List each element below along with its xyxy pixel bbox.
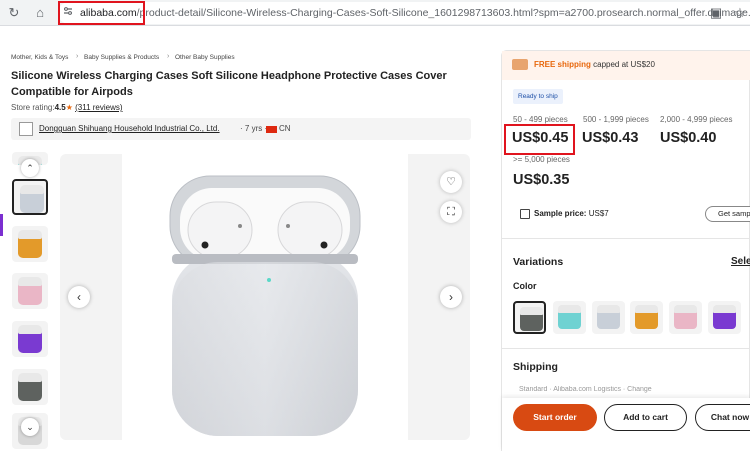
url-path: /product-detail/Silicone-Wireless-Chargi… bbox=[136, 7, 750, 19]
breadcrumb-separator-icon: › bbox=[167, 53, 170, 60]
tier-price: US$0.35 bbox=[513, 172, 570, 188]
breadcrumb-item-baby-supplies[interactable]: Baby Supplies & Products bbox=[84, 54, 159, 61]
case-lid bbox=[597, 305, 620, 313]
truck-icon bbox=[512, 59, 528, 70]
translate-icon[interactable]: ▣ bbox=[708, 5, 724, 21]
case-lid bbox=[18, 373, 42, 382]
color-swatch[interactable] bbox=[669, 301, 702, 334]
favorite-heart-icon[interactable]: ♡ bbox=[440, 171, 462, 193]
free-shipping-label: FREE shipping bbox=[534, 60, 591, 69]
shipping-banner-text: FREE shipping capped at US$20 bbox=[534, 60, 655, 69]
sample-price-value: US$7 bbox=[588, 209, 609, 218]
select-variations-link[interactable]: Select bbox=[731, 256, 750, 267]
sample-price-row: Sample price: US$7 Get samples bbox=[513, 206, 750, 223]
left-edge-marker bbox=[0, 214, 3, 236]
thumbnail-up-arrow-icon[interactable]: ⌃ bbox=[21, 159, 39, 177]
color-swatch[interactable] bbox=[592, 301, 625, 334]
reviews-link[interactable]: (311 reviews) bbox=[75, 103, 122, 112]
star-icon: ★ bbox=[65, 103, 73, 112]
get-samples-button[interactable]: Get samples bbox=[705, 206, 750, 222]
color-swatch[interactable] bbox=[513, 301, 546, 334]
supplier-years: · 7 yrs · bbox=[240, 124, 268, 133]
url-highlight-box bbox=[58, 1, 145, 25]
sample-price-text: Sample price: US$7 bbox=[534, 209, 609, 218]
case-lid bbox=[520, 307, 543, 315]
ready-to-ship-badge: Ready to ship bbox=[513, 89, 563, 104]
airpods-case-image bbox=[169, 175, 361, 436]
thumbnail-down-arrow-icon[interactable]: ⌄ bbox=[21, 418, 39, 436]
chat-now-button[interactable]: Chat now bbox=[695, 404, 750, 431]
tier-price: US$0.43 bbox=[582, 130, 639, 146]
next-image-arrow-icon[interactable]: › bbox=[440, 286, 462, 308]
image-search-icon[interactable]: ⛶ bbox=[440, 201, 462, 223]
case-lid bbox=[713, 305, 736, 313]
case-lid bbox=[635, 305, 658, 313]
supplier-years-value: 7 yrs bbox=[244, 124, 263, 133]
free-shipping-banner: FREE shipping capped at US$20 bbox=[502, 51, 750, 80]
supplier-bar: Dongguan Shihuang Household Industrial C… bbox=[11, 118, 471, 140]
color-swatch[interactable] bbox=[708, 301, 741, 334]
store-rating: Store rating:4.5★ (311 reviews) bbox=[11, 103, 123, 112]
thumbnail-item[interactable] bbox=[12, 321, 48, 357]
case-lid bbox=[18, 325, 42, 334]
product-photo bbox=[122, 154, 408, 440]
breadcrumb-item-other-baby-supplies[interactable]: Other Baby Supplies bbox=[175, 54, 235, 61]
china-flag-icon bbox=[266, 126, 277, 133]
color-swatch[interactable] bbox=[553, 301, 586, 334]
case-lid bbox=[18, 277, 42, 286]
case-lid bbox=[674, 305, 697, 313]
tier-label: 500 - 1,999 pieces bbox=[583, 115, 649, 124]
browser-toolbar: ↻ ⌂ alibaba.com/product-detail/Silicone-… bbox=[0, 0, 750, 26]
divider bbox=[502, 238, 750, 239]
tier-label: >= 5,000 pieces bbox=[513, 155, 570, 164]
product-title: Silicone Wireless Charging Cases Soft Si… bbox=[11, 70, 447, 98]
shipping-cap-label: capped at US$20 bbox=[593, 60, 655, 69]
sample-price-label: Sample price: bbox=[534, 209, 587, 218]
tier-label: 2,000 - 4,999 pieces bbox=[660, 115, 733, 124]
supplier-name-link[interactable]: Dongguan Shihuang Household Industrial C… bbox=[39, 124, 220, 133]
case-lid bbox=[18, 230, 42, 239]
sample-box-icon bbox=[520, 209, 530, 219]
case-lid bbox=[20, 185, 44, 194]
reload-icon[interactable]: ↻ bbox=[6, 5, 22, 21]
color-swatch[interactable] bbox=[630, 301, 663, 334]
breadcrumb-separator-icon: › bbox=[76, 53, 79, 60]
start-order-button[interactable]: Start order bbox=[513, 404, 597, 431]
tier-label: 50 - 499 pieces bbox=[513, 115, 568, 124]
bookmark-star-icon[interactable]: ☆ bbox=[732, 5, 748, 21]
supplier-country: CN bbox=[279, 124, 291, 133]
previous-image-arrow-icon[interactable]: ‹ bbox=[68, 286, 90, 308]
thumbnail-item[interactable] bbox=[12, 179, 48, 215]
add-to-cart-button[interactable]: Add to cart bbox=[604, 404, 687, 431]
breadcrumb-item-mother-kids-toys[interactable]: Mother, Kids & Toys bbox=[11, 54, 68, 61]
variations-title: Variations bbox=[513, 256, 564, 268]
shipping-title: Shipping bbox=[513, 361, 558, 373]
thumbnail-item[interactable] bbox=[12, 226, 48, 262]
home-icon[interactable]: ⌂ bbox=[32, 5, 48, 21]
divider bbox=[502, 348, 750, 349]
tier-price: US$0.40 bbox=[660, 130, 717, 146]
supplier-logo bbox=[19, 122, 33, 136]
rating-label: Store rating: bbox=[11, 103, 55, 112]
shipping-option-row[interactable]: Standard · Alibaba.com Logistics · Chang… bbox=[519, 386, 750, 393]
address-bar[interactable]: alibaba.com/product-detail/Silicone-Wire… bbox=[58, 2, 750, 24]
color-label: Color bbox=[513, 281, 537, 291]
thumbnail-item[interactable] bbox=[12, 273, 48, 309]
case-lid bbox=[558, 305, 581, 313]
price-highlight-box bbox=[504, 124, 575, 155]
thumbnail-item[interactable] bbox=[12, 369, 48, 405]
rating-value: 4.5 bbox=[54, 103, 66, 112]
